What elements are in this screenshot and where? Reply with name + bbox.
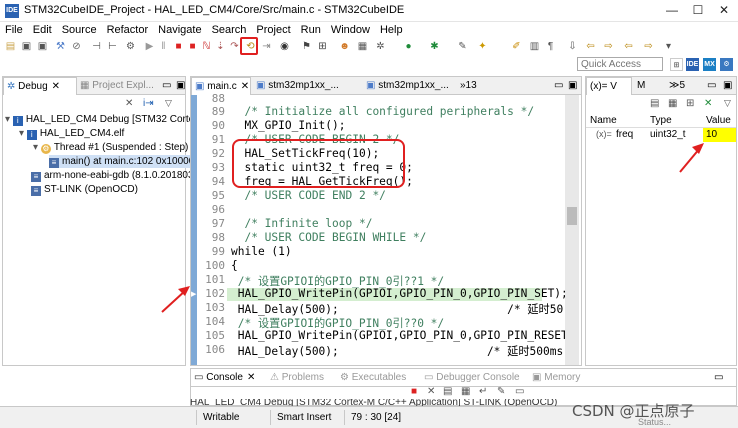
annotation-arrows bbox=[161, 143, 704, 313]
arrow-right-head bbox=[692, 143, 704, 154]
